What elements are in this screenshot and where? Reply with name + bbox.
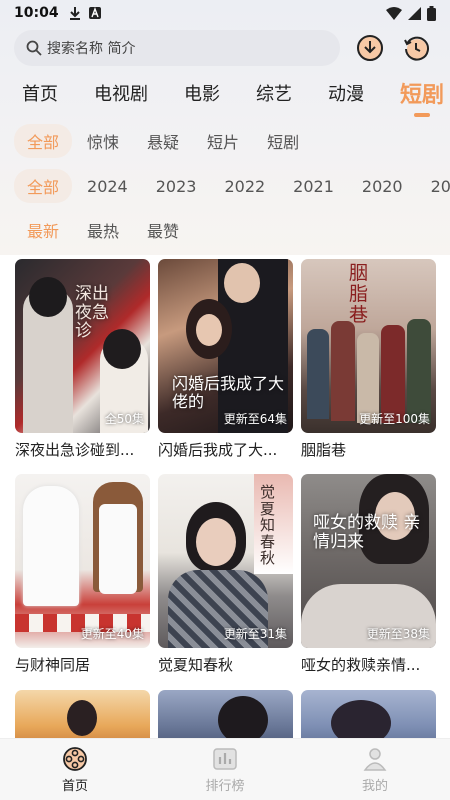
- genre-filter-row: 全部 惊悚 悬疑 短片 短剧: [14, 124, 314, 158]
- drama-title: 觉夏知春秋: [158, 656, 234, 674]
- status-time: 10:04: [14, 5, 59, 21]
- download-circle-icon: [357, 35, 383, 61]
- drama-title: 哑女的救赎亲情...: [301, 656, 421, 674]
- wifi-icon: [386, 6, 402, 20]
- drama-poster[interactable]: 深出夜急诊 全50集: [15, 259, 150, 433]
- poster-title-text: 哑女的救赎 亲情归来: [313, 513, 421, 552]
- drama-card[interactable]: 觉夏知春秋 更新至31集 觉夏知春秋: [158, 474, 293, 675]
- search-icon: [26, 40, 42, 56]
- bottom-navigation: 首页 排行榜 我的: [0, 738, 450, 800]
- drama-poster[interactable]: 闪婚后我成了大佬的 更新至64集: [158, 259, 293, 433]
- poster-title-text: 觉夏知春秋: [260, 483, 276, 567]
- download-icon: [69, 7, 80, 20]
- episode-badge: 全50集: [104, 412, 144, 426]
- drama-card[interactable]: 哑女的救赎 亲情归来 更新至38集 哑女的救赎亲情...: [301, 474, 436, 675]
- tab-tv-series[interactable]: 电视剧: [94, 80, 148, 106]
- year-chip[interactable]: 2021: [280, 172, 347, 201]
- episode-badge: 更新至31集: [223, 627, 287, 641]
- sort-filter-row: 最新 最热 最赞: [14, 214, 194, 246]
- poster-title-text: 胭脂巷: [349, 262, 369, 326]
- nav-label: 首页: [61, 778, 88, 794]
- drama-card[interactable]: 更新至40集 与财神同居: [15, 474, 150, 675]
- year-chip[interactable]: 2024: [74, 172, 141, 201]
- drama-card[interactable]: 胭脂巷 更新至100集 胭脂巷: [301, 259, 436, 460]
- drama-title: 闪婚后我成了大...: [158, 441, 278, 459]
- year-chip[interactable]: 2022: [211, 172, 278, 201]
- nav-ranking[interactable]: 排行榜: [150, 739, 300, 800]
- signal-icon: [408, 6, 421, 20]
- genre-chip[interactable]: 悬疑: [134, 124, 192, 158]
- year-chip[interactable]: 2020: [349, 172, 416, 201]
- drama-poster[interactable]: 哑女的救赎 亲情归来 更新至38集: [301, 474, 436, 648]
- download-button[interactable]: [354, 32, 386, 64]
- drama-title: 深夜出急诊碰到...: [15, 441, 135, 459]
- history-clock-icon: [404, 36, 429, 61]
- year-chip[interactable]: 2023: [143, 172, 210, 201]
- search-input[interactable]: 搜索名称 简介: [14, 30, 340, 66]
- episode-badge: 更新至38集: [366, 627, 430, 641]
- nav-mine[interactable]: 我的: [300, 739, 450, 800]
- user-icon: [363, 747, 387, 771]
- ranking-icon: [213, 747, 237, 770]
- status-bar: 10:04: [0, 0, 450, 26]
- poster-title-text: 深出夜急诊: [75, 284, 109, 342]
- episode-badge: 更新至40集: [80, 627, 144, 641]
- episode-badge: 更新至100集: [359, 412, 430, 426]
- tab-anime[interactable]: 动漫: [328, 80, 364, 106]
- drama-card[interactable]: 深出夜急诊 全50集 深夜出急诊碰到...: [15, 259, 150, 460]
- poster-title-text: 闪婚后我成了大佬的: [172, 374, 285, 411]
- tab-variety[interactable]: 综艺: [256, 80, 292, 106]
- drama-title: 胭脂巷: [301, 441, 347, 459]
- tab-short-drama[interactable]: 短剧: [400, 77, 444, 109]
- year-chip-all[interactable]: 全部: [14, 169, 73, 203]
- drama-poster[interactable]: 更新至40集: [15, 474, 150, 648]
- drama-poster[interactable]: 觉夏知春秋 更新至31集: [158, 474, 293, 648]
- episode-badge: 更新至64集: [223, 412, 287, 426]
- sort-chip-liked[interactable]: 最赞: [134, 213, 192, 247]
- sort-chip-hot[interactable]: 最热: [74, 213, 132, 247]
- tab-movies[interactable]: 电影: [184, 80, 220, 106]
- battery-icon: [427, 5, 436, 21]
- search-row: 搜索名称 简介: [14, 30, 438, 66]
- history-button[interactable]: [400, 32, 432, 64]
- genre-chip[interactable]: 短剧: [254, 124, 312, 158]
- font-a-icon: [88, 7, 101, 19]
- genre-chip[interactable]: 惊悚: [74, 124, 132, 158]
- sort-chip-latest[interactable]: 最新: [14, 213, 72, 247]
- drama-poster[interactable]: 胭脂巷 更新至100集: [301, 259, 436, 433]
- search-placeholder: 搜索名称 简介: [47, 41, 136, 57]
- nav-label: 排行榜: [205, 778, 245, 794]
- year-chip[interactable]: 2019: [418, 172, 450, 201]
- genre-chip-all[interactable]: 全部: [14, 124, 73, 158]
- main-tab-bar: 首页 电视剧 电影 综艺 动漫 短剧: [22, 77, 450, 109]
- drama-card[interactable]: 闪婚后我成了大佬的 更新至64集 闪婚后我成了大...: [158, 259, 293, 460]
- year-filter-row: 全部 2024 2023 2022 2021 2020 2019: [14, 169, 450, 203]
- nav-label: 我的: [361, 778, 388, 794]
- drama-title: 与财神同居: [15, 656, 91, 674]
- tab-home[interactable]: 首页: [22, 80, 58, 106]
- film-reel-icon: [63, 746, 87, 771]
- nav-home[interactable]: 首页: [0, 739, 150, 800]
- genre-chip[interactable]: 短片: [194, 124, 252, 158]
